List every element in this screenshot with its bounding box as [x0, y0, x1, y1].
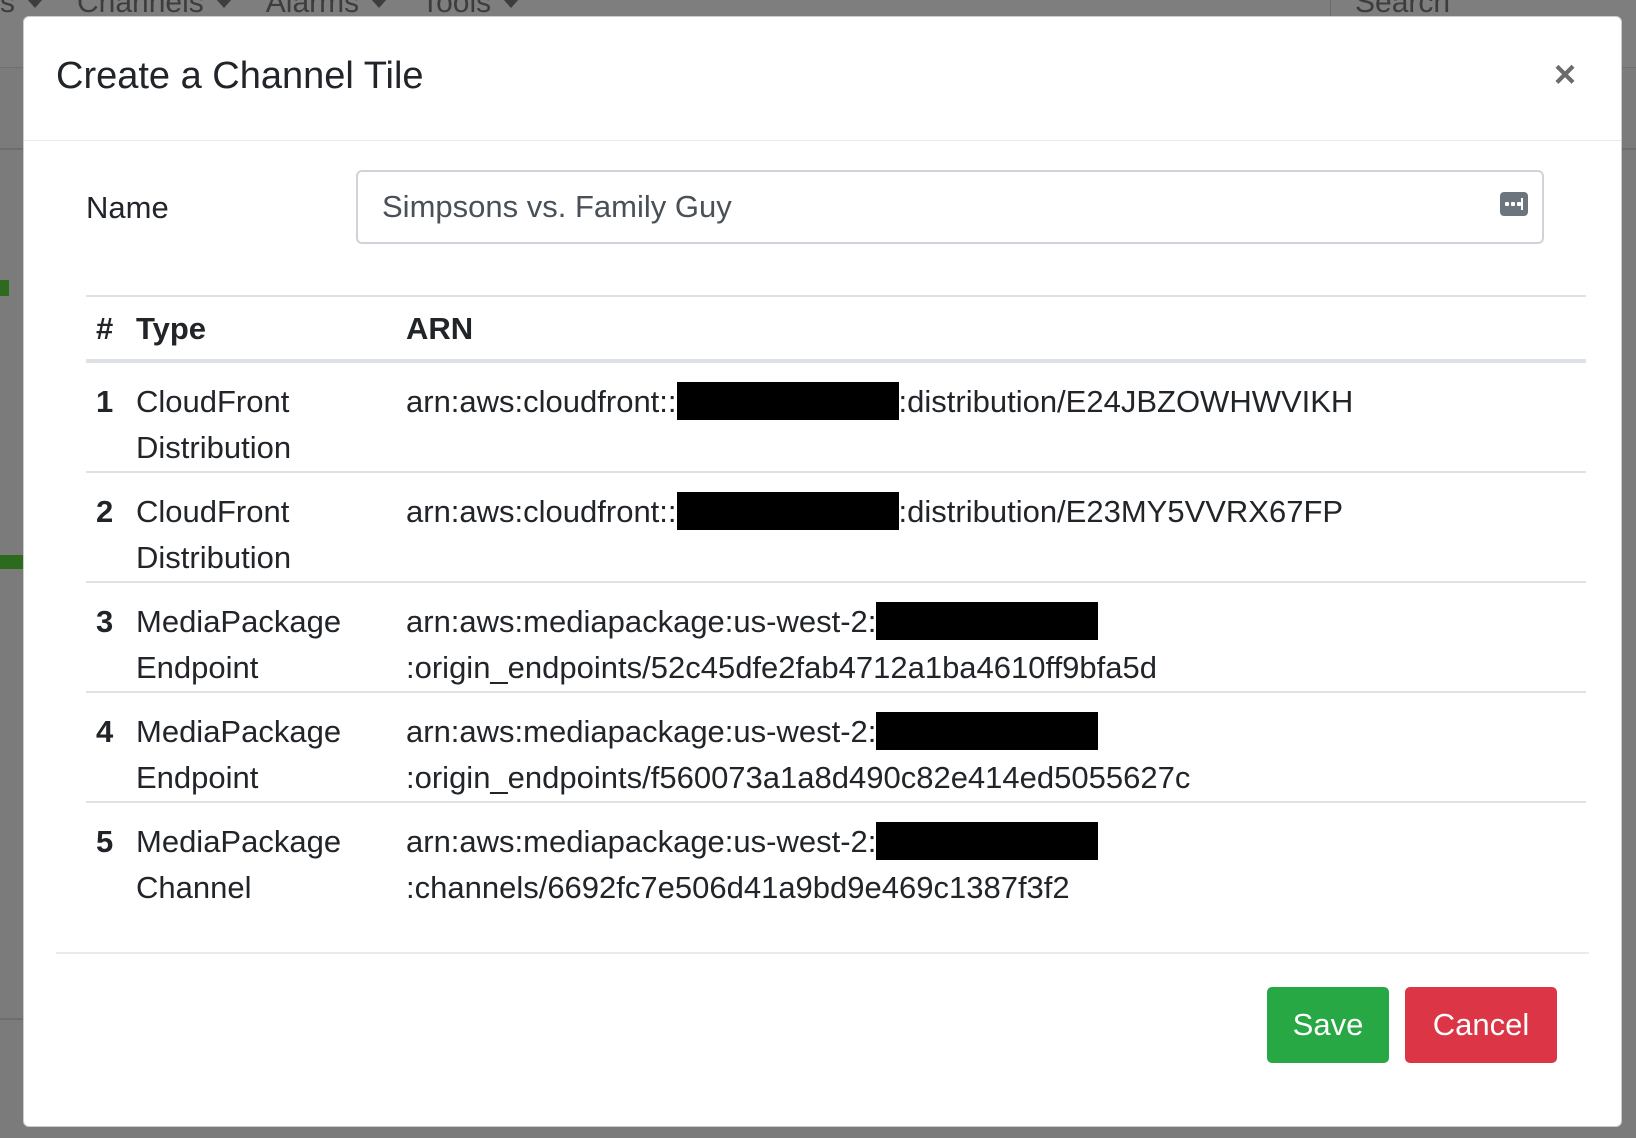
- background-indicator: [0, 280, 9, 296]
- arn-prefix: arn:aws:cloudfront::: [406, 494, 677, 529]
- save-button[interactable]: Save: [1267, 987, 1389, 1063]
- header-type: Type: [136, 311, 207, 346]
- arn-suffix: :distribution/E23MY5VVRX67FP: [898, 494, 1344, 529]
- row-arn: arn:aws:mediapackage:us-west-2::origin_e…: [406, 692, 1586, 802]
- create-channel-tile-modal: Create a Channel Tile × Name # Type ARN …: [23, 16, 1622, 1127]
- name-input[interactable]: [356, 170, 1544, 244]
- row-type-line: MediaPackage: [136, 604, 342, 639]
- table-row: 2 CloudFront Distribution arn:aws:cloudfr…: [86, 472, 1586, 582]
- row-number: 3: [96, 604, 114, 639]
- background-divider: [1622, 148, 1636, 150]
- row-type-line: Channel: [136, 870, 252, 905]
- row-arn: arn:aws:cloudfront:::distribution/E24JBZ…: [406, 361, 1586, 472]
- cancel-button[interactable]: Cancel: [1405, 987, 1557, 1063]
- table-row: 3 MediaPackage Endpoint arn:aws:mediapack…: [86, 582, 1586, 692]
- redacted-account-id: [676, 382, 899, 420]
- row-number: 2: [96, 494, 114, 529]
- caret-down-icon: [27, 0, 43, 8]
- row-type: CloudFront Distribution: [136, 472, 406, 582]
- row-number: 1: [96, 384, 114, 419]
- row-arn: arn:aws:mediapackage:us-west-2::origin_e…: [406, 582, 1586, 692]
- row-type-line: Distribution: [136, 430, 292, 465]
- row-type-line: CloudFront: [136, 494, 290, 529]
- name-label: Name: [86, 190, 169, 225]
- row-number: 5: [96, 824, 114, 859]
- arn-prefix: arn:aws:mediapackage:us-west-2:: [406, 714, 877, 749]
- redacted-account-id: [876, 712, 1099, 750]
- row-type: MediaPackage Channel: [136, 802, 406, 912]
- row-arn: arn:aws:mediapackage:us-west-2::channels…: [406, 802, 1586, 912]
- arn-prefix: arn:aws:mediapackage:us-west-2:: [406, 824, 877, 859]
- close-icon[interactable]: ×: [1545, 55, 1585, 95]
- row-type-line: Distribution: [136, 540, 292, 575]
- row-type-line: Endpoint: [136, 650, 259, 685]
- background-divider: [0, 148, 23, 150]
- table-row: 4 MediaPackage Endpoint arn:aws:mediapack…: [86, 692, 1586, 802]
- arn-prefix: arn:aws:cloudfront::: [406, 384, 677, 419]
- row-type: MediaPackage Endpoint: [136, 692, 406, 802]
- redacted-account-id: [876, 602, 1099, 640]
- row-type-line: MediaPackage: [136, 824, 342, 859]
- arn-suffix: :channels/6692fc7e506d41a9bd9e469c1387f3…: [406, 870, 1070, 905]
- arn-suffix: :origin_endpoints/52c45dfe2fab4712a1ba46…: [406, 650, 1157, 685]
- background-divider: [0, 1018, 23, 1020]
- caret-down-icon: [215, 0, 232, 8]
- row-arn: arn:aws:cloudfront:::distribution/E23MY5…: [406, 472, 1586, 582]
- caret-down-icon: [503, 0, 520, 8]
- arn-prefix: arn:aws:mediapackage:us-west-2:: [406, 604, 877, 639]
- row-type: MediaPackage Endpoint: [136, 582, 406, 692]
- caret-down-icon: [371, 0, 388, 8]
- modal-footer-divider: [56, 952, 1589, 954]
- header-number: #: [96, 311, 114, 346]
- arn-suffix: :distribution/E24JBZOWHWVIKH: [898, 384, 1354, 419]
- arn-suffix: :origin_endpoints/f560073a1a8d490c82e414…: [406, 760, 1191, 795]
- name-form-row: Name: [86, 170, 1586, 244]
- row-type-line: Endpoint: [136, 760, 259, 795]
- redacted-account-id: [676, 492, 899, 530]
- modal-header: Create a Channel Tile ×: [24, 17, 1621, 141]
- table-row: 1 CloudFront Distribution arn:aws:cloudfr…: [86, 361, 1586, 472]
- background-indicator: [0, 555, 23, 569]
- row-number: 4: [96, 714, 114, 749]
- header-arn: ARN: [406, 311, 474, 346]
- modal-title: Create a Channel Tile: [56, 55, 424, 97]
- background-menu-label: s: [0, 0, 15, 19]
- row-type: CloudFront Distribution: [136, 361, 406, 472]
- table-row: 5 MediaPackage Channel arn:aws:mediapacka…: [86, 802, 1586, 912]
- password-manager-icon[interactable]: [1500, 192, 1528, 216]
- table-header-row: # Type ARN: [86, 296, 1586, 361]
- redacted-account-id: [876, 822, 1099, 860]
- arn-table: # Type ARN 1 CloudFront Distribution arn:…: [86, 295, 1586, 912]
- row-type-line: MediaPackage: [136, 714, 342, 749]
- row-type-line: CloudFront: [136, 384, 290, 419]
